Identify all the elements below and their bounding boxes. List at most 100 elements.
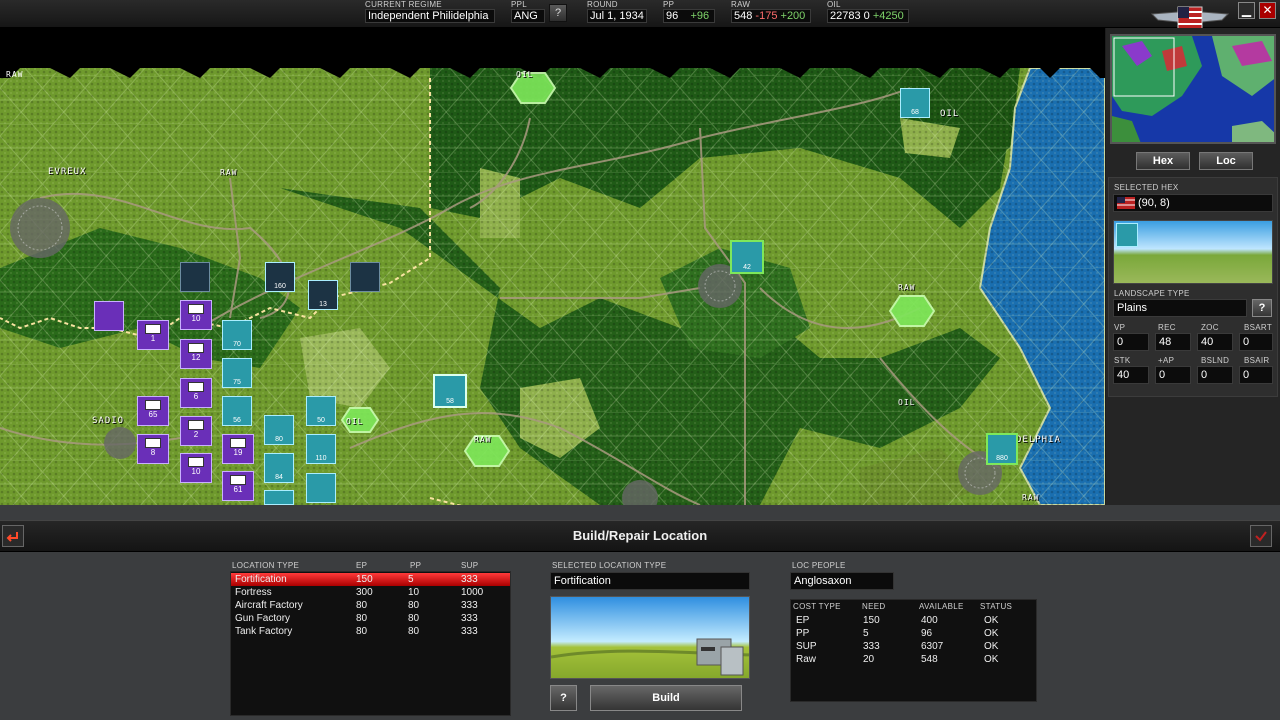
enemy-unit[interactable]: 84: [264, 453, 294, 483]
close-button[interactable]: ✕: [1259, 2, 1276, 19]
landscape-type-value: Plains: [1113, 299, 1247, 317]
player-unit[interactable]: 10: [180, 300, 212, 330]
build-button[interactable]: Build: [590, 685, 742, 711]
help-button[interactable]: ?: [550, 685, 577, 711]
selected-hex-unit[interactable]: 58: [433, 374, 467, 408]
enemy-unit[interactable]: 160: [265, 262, 295, 292]
build-repair-panel: Build/Repair Location LOCATION TYPE EP P…: [0, 505, 1280, 720]
loc-people-value: Anglosaxon: [790, 572, 894, 590]
raw-value: 548 -175 +200: [731, 9, 811, 23]
round-label: ROUND: [587, 0, 618, 9]
enemy-unit[interactable]: [306, 473, 336, 503]
stat-stk-label: STK: [1114, 356, 1131, 365]
loc-people-label: LOC PEOPLE: [792, 561, 846, 570]
map-label-oil-3: OIL: [346, 417, 364, 426]
map-label-raw-2: RAW: [220, 168, 238, 177]
fortification-preview-image: [550, 596, 750, 679]
stat-vp-label: VP: [1114, 323, 1126, 332]
ppl-stat: PPL ANG: [511, 0, 545, 23]
confirm-check-button[interactable]: [1250, 525, 1272, 547]
pp-label: PP: [663, 0, 675, 9]
side-panel: Hex Loc SELECTED HEX (90, 8) LANDSCAPE T…: [1106, 28, 1280, 505]
cost-table: COST TYPE NEED AVAILABLE STATUS EP 150 400…: [790, 599, 1037, 702]
map-label-raw-1: RAW: [6, 70, 24, 79]
stat-ap-value: 0: [1155, 366, 1191, 384]
panel-titlebar: Build/Repair Location: [0, 520, 1280, 552]
table-row[interactable]: Fortress 300 10 1000: [231, 586, 510, 599]
landscape-help-button[interactable]: ?: [1252, 299, 1272, 317]
raw-label: RAW: [731, 0, 751, 9]
stat-bsart-value: 0: [1239, 333, 1273, 351]
enemy-unit[interactable]: 110: [306, 434, 336, 464]
oil-value: 22783 0 +4250: [827, 9, 909, 23]
stat-ap-label: +AP: [1158, 356, 1175, 365]
bunker-icon: [551, 638, 749, 676]
table-row: Raw 20 548 OK: [796, 654, 999, 665]
player-hq-unit[interactable]: [94, 301, 124, 331]
col-pp: PP: [410, 561, 422, 570]
hex-map[interactable]: RAW EVREUX RAW OIL OIL RAW OIL SADIO RAW…: [0, 28, 1105, 505]
enemy-unit[interactable]: 13: [308, 280, 338, 310]
enemy-unit[interactable]: 50: [306, 396, 336, 426]
hidden-unit[interactable]: [350, 262, 380, 292]
selected-type-label: SELECTED LOCATION TYPE: [552, 561, 667, 570]
enemy-capital-unit[interactable]: 880: [986, 433, 1018, 465]
enemy-unit-selected-city[interactable]: 42: [730, 240, 764, 274]
col-available: AVAILABLE: [919, 602, 964, 611]
checkmark-icon: [1255, 531, 1267, 542]
hex-tab-button[interactable]: Hex: [1136, 152, 1190, 170]
player-unit[interactable]: 1: [137, 320, 169, 350]
flag-icon: [1117, 197, 1135, 209]
stat-rec-value: 48: [1155, 333, 1191, 351]
player-unit[interactable]: 8: [137, 434, 169, 464]
help-button[interactable]: ?: [549, 4, 567, 22]
minimize-button[interactable]: ▁: [1238, 2, 1255, 19]
oil-stat: OIL 22783 0 +4250: [827, 0, 909, 23]
regime-value: Independent Philidelphia: [365, 9, 495, 23]
player-unit[interactable]: 65: [137, 396, 169, 426]
hidden-unit[interactable]: [180, 262, 210, 292]
table-row: PP 5 96 OK: [796, 628, 999, 639]
map-label-raw-3: RAW: [898, 283, 916, 292]
stat-zoc-label: ZOC: [1201, 323, 1219, 332]
stat-bsart-label: BSART: [1244, 323, 1273, 332]
player-unit[interactable]: 6: [180, 378, 212, 408]
enemy-unit[interactable]: [264, 490, 294, 505]
enemy-unit[interactable]: 80: [264, 415, 294, 445]
round-stat: ROUND Jul 1, 1934: [587, 0, 647, 23]
stat-rec-label: REC: [1158, 323, 1176, 332]
map-label-oil-4: OIL: [898, 398, 916, 407]
ppl-label: PPL: [511, 0, 528, 9]
loc-tab-button[interactable]: Loc: [1199, 152, 1253, 170]
stat-stk-value: 40: [1113, 366, 1149, 384]
minimap[interactable]: [1110, 34, 1276, 144]
table-row[interactable]: Aircraft Factory 80 80 333: [231, 599, 510, 612]
landscape-type-label: LANDSCAPE TYPE: [1114, 289, 1190, 298]
player-unit[interactable]: 2: [180, 416, 212, 446]
col-cost-type: COST TYPE: [793, 602, 841, 611]
selected-type-value: Fortification: [550, 572, 750, 590]
col-ep: EP: [356, 561, 368, 570]
col-need: NEED: [862, 602, 886, 611]
col-sup: SUP: [461, 561, 479, 570]
player-unit[interactable]: 61: [222, 471, 254, 501]
panel-title: Build/Repair Location: [572, 528, 708, 543]
minimap-terrain: [1112, 36, 1274, 142]
player-unit[interactable]: 10: [180, 453, 212, 483]
col-status: STATUS: [980, 602, 1013, 611]
player-unit[interactable]: 12: [180, 339, 212, 369]
enemy-unit[interactable]: 56: [222, 396, 252, 426]
map-label-philadelphia: DELPHIA: [1016, 435, 1061, 445]
enemy-unit[interactable]: 70: [222, 320, 252, 350]
table-row[interactable]: Fortification 150 5 333: [231, 573, 510, 586]
enemy-unit[interactable]: 68: [900, 88, 930, 118]
map-label-oil-1: OIL: [516, 70, 534, 79]
location-type-table: Fortification 150 5 333 Fortress 300 10 1000 A…: [230, 571, 511, 716]
map-label-raw-4: RAW: [474, 435, 492, 444]
col-location-type: LOCATION TYPE: [232, 561, 300, 570]
table-row[interactable]: Gun Factory 80 80 333: [231, 612, 510, 625]
player-unit[interactable]: 19: [222, 434, 254, 464]
table-row[interactable]: Tank Factory 80 80 333: [231, 625, 510, 638]
enemy-unit[interactable]: 75: [222, 358, 252, 388]
selected-hex-label: SELECTED HEX: [1114, 183, 1179, 192]
